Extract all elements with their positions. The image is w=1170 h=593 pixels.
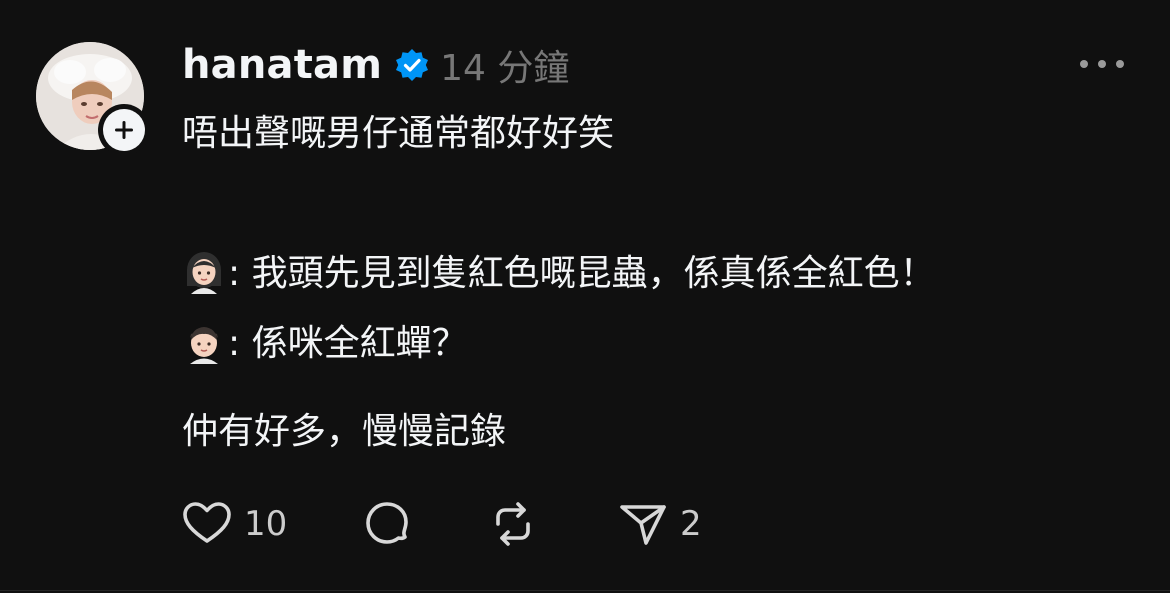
like-button[interactable]: 10 bbox=[180, 496, 287, 552]
plus-icon bbox=[115, 121, 133, 139]
reply-button[interactable] bbox=[360, 496, 424, 552]
comment-icon bbox=[366, 502, 408, 544]
woman-emoji-icon bbox=[187, 252, 221, 294]
post-actions: 10 2 bbox=[180, 496, 740, 552]
post-text-line-1: 唔出聲嘅男仔通常都好好笑 bbox=[182, 113, 615, 154]
more-icon[interactable] bbox=[1078, 54, 1126, 74]
username[interactable]: hanatam bbox=[182, 42, 382, 88]
like-count: 10 bbox=[244, 504, 288, 544]
repost-button[interactable] bbox=[486, 496, 550, 552]
share-button[interactable]: 2 bbox=[616, 496, 702, 552]
timestamp: 14 分鐘 bbox=[440, 48, 570, 89]
heart-icon bbox=[183, 502, 231, 543]
share-icon bbox=[620, 505, 666, 545]
verified-badge-icon bbox=[394, 47, 430, 83]
post-header: hanatam 14 分鐘 bbox=[182, 38, 569, 92]
post-text-line-3: : 係咪全紅蟬？ bbox=[182, 320, 468, 366]
bottom-divider bbox=[0, 590, 1170, 591]
man-emoji-icon bbox=[190, 327, 218, 364]
repost-icon bbox=[496, 502, 530, 546]
share-count: 2 bbox=[680, 504, 702, 544]
post-text-line-4: 仲有好多，慢慢記錄 bbox=[182, 411, 507, 452]
post-text-line-2: : 我頭先見到隻紅色嘅昆蟲，係真係全紅色！ bbox=[182, 250, 936, 296]
avatar-container[interactable] bbox=[36, 42, 150, 156]
follow-button[interactable] bbox=[98, 104, 150, 156]
post-text-line-2-body: : 我頭先見到隻紅色嘅昆蟲，係真係全紅色！ bbox=[228, 253, 936, 294]
post-text-line-3-body: : 係咪全紅蟬？ bbox=[228, 323, 468, 364]
